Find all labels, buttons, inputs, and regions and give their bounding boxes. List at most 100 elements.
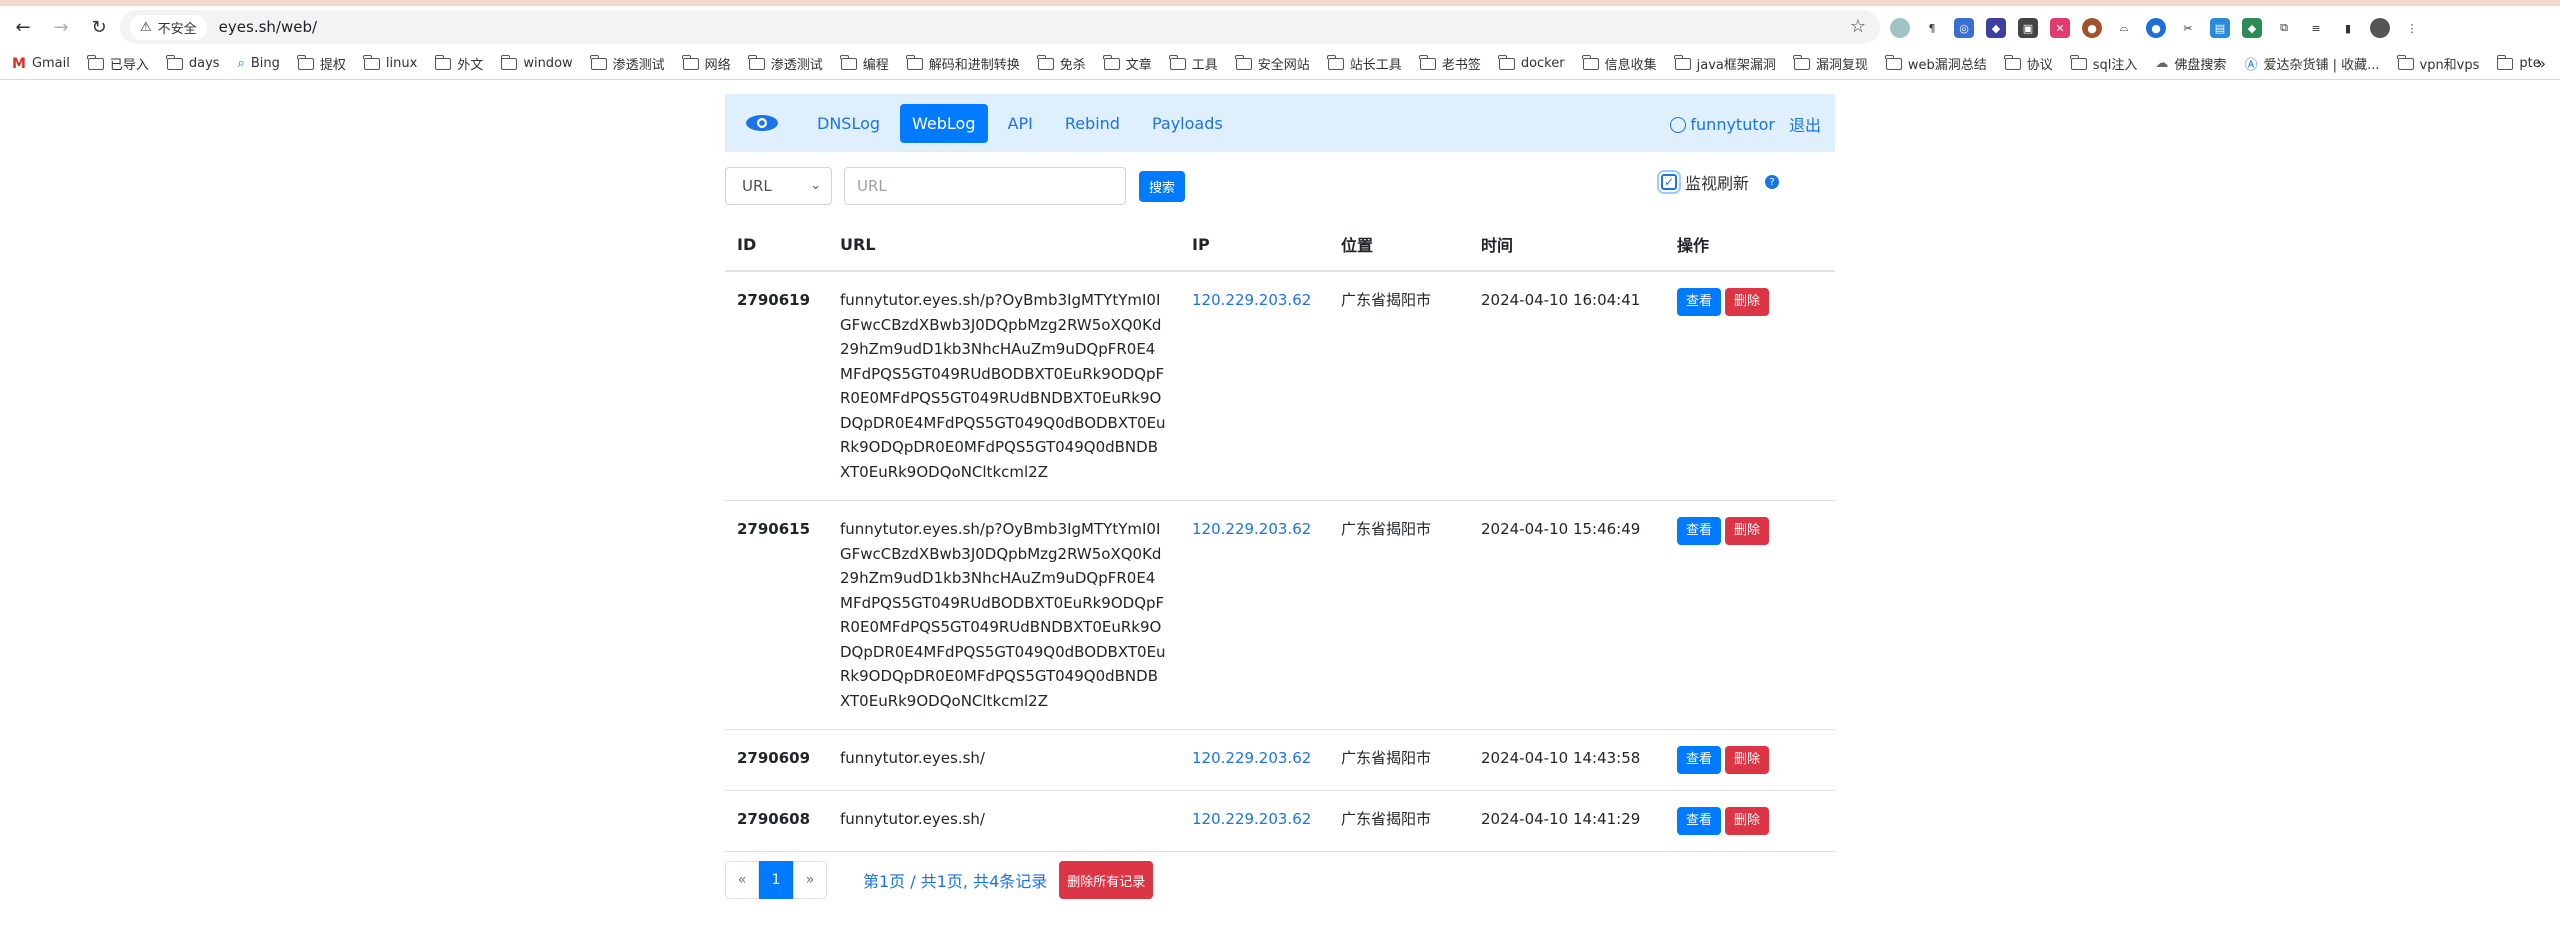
nav-rebind[interactable]: Rebind	[1053, 104, 1132, 143]
bookmark-item[interactable]: 解码和进制转换	[906, 54, 1020, 73]
bookmark-item[interactable]: Ⓐ 爱达杂货铺 | 收藏...	[2244, 54, 2379, 73]
avatar[interactable]	[2370, 18, 2390, 38]
bookmark-item[interactable]: 文章	[1103, 54, 1152, 73]
bookmark-item[interactable]: 提权	[297, 54, 346, 73]
bookmark-item[interactable]: 安全网站	[1235, 54, 1310, 73]
page-info: 第1页 / 共1页, 共4条记录	[863, 872, 1048, 891]
bookmark-item[interactable]: 漏洞复现	[1793, 54, 1868, 73]
extension-icon[interactable]: ✕	[2050, 18, 2070, 38]
bookmark-item[interactable]: 已导入	[87, 54, 149, 73]
delete-button[interactable]: 删除	[1725, 746, 1769, 774]
table-row: 2790608 funnytutor.eyes.sh/ 120.229.203.…	[725, 790, 1835, 852]
row-ip-link[interactable]: 120.229.203.62	[1180, 500, 1329, 730]
extension-icon[interactable]: ⌓	[2114, 18, 2134, 38]
delete-all-button[interactable]: 删除所有记录	[1059, 861, 1154, 899]
extension-icon[interactable]: ▣	[2018, 18, 2038, 38]
delete-button[interactable]: 删除	[1725, 288, 1769, 316]
extension-icon[interactable]: ¶	[1922, 18, 1942, 38]
extension-icon[interactable]: ◎	[1954, 18, 1974, 38]
extension-icon[interactable]: ✂	[2178, 18, 2198, 38]
row-location: 广东省揭阳市	[1329, 271, 1469, 501]
bookmark-item[interactable]: pte	[2496, 54, 2541, 71]
bookmark-item[interactable]: 外文	[434, 54, 483, 73]
user-link[interactable]: funnytutor	[1670, 115, 1775, 134]
search-button[interactable]: 搜索	[1139, 170, 1185, 202]
page-prev[interactable]: «	[725, 861, 759, 899]
bookmark-item[interactable]: sql注入	[2070, 54, 2137, 73]
bookmark-item[interactable]: docker	[1498, 54, 1565, 71]
bookmark-item[interactable]: ☁ 佛盘搜索	[2155, 54, 2226, 73]
row-ip-link[interactable]: 120.229.203.62	[1180, 790, 1329, 852]
bookmark-item[interactable]: 渗透测试	[590, 54, 665, 73]
bookmark-item[interactable]: 信息收集	[1582, 54, 1657, 73]
bookmark-item[interactable]: web漏洞总结	[1885, 54, 1987, 73]
forward-icon[interactable]: →	[46, 12, 76, 42]
bookmark-item[interactable]: 免杀	[1037, 54, 1086, 73]
page-next[interactable]: »	[793, 861, 827, 899]
folder-icon	[1885, 54, 1902, 70]
page-current[interactable]: 1	[759, 861, 793, 899]
folder-icon	[2070, 54, 2087, 70]
folder-icon	[1235, 54, 1252, 70]
view-button[interactable]: 查看	[1677, 288, 1721, 316]
bookmark-item[interactable]: 编程	[840, 54, 889, 73]
nav-payloads[interactable]: Payloads	[1140, 104, 1235, 143]
delete-button[interactable]: 删除	[1725, 807, 1769, 835]
menu-icon[interactable]: ⋮	[2402, 18, 2422, 38]
bookmark-item[interactable]: 站长工具	[1327, 54, 1402, 73]
bookmark-item[interactable]: window	[500, 54, 573, 71]
row-ip-link[interactable]: 120.229.203.62	[1180, 729, 1329, 791]
column-header-url: URL	[828, 218, 1180, 272]
bookmark-item[interactable]: M Gmail	[12, 56, 70, 72]
puzzle-icon[interactable]: ⧉	[2274, 18, 2294, 38]
row-id: 2790619	[725, 271, 828, 501]
reading-list-icon[interactable]: ≡	[2306, 18, 2326, 38]
back-icon[interactable]: ←	[8, 12, 38, 42]
delete-button[interactable]: 删除	[1725, 517, 1769, 545]
security-chip[interactable]: ⚠ 不安全	[130, 14, 207, 40]
folder-icon	[1582, 54, 1599, 70]
url-text[interactable]: eyes.sh/web/	[219, 18, 317, 36]
nav-dnslog[interactable]: DNSLog	[805, 104, 892, 143]
view-button[interactable]: 查看	[1677, 807, 1721, 835]
nav-weblog[interactable]: WebLog	[900, 103, 988, 143]
bookmark-item[interactable]: days	[166, 54, 220, 71]
folder-icon	[500, 54, 518, 70]
logout-link[interactable]: 退出	[1789, 112, 1821, 136]
more-bookmarks-icon[interactable]: »	[2536, 54, 2546, 73]
user-icon	[1670, 117, 1687, 133]
address-bar[interactable]: ⚠ 不安全 eyes.sh/web/ ☆	[120, 10, 1880, 44]
search-field-select[interactable]: URL ⌄	[725, 167, 832, 205]
bookmark-item[interactable]: java框架漏洞	[1674, 54, 1776, 73]
bookmark-item[interactable]: 网络	[682, 54, 731, 73]
monitor-refresh-checkbox[interactable]: ✓	[1656, 170, 1681, 194]
extension-icon[interactable]: ●	[2146, 18, 2166, 38]
extension-icon[interactable]: ◆	[1986, 18, 2006, 38]
extension-icon[interactable]: ◆	[2242, 18, 2262, 38]
bookmark-item[interactable]: ⌕ Bing	[238, 56, 280, 71]
eye-logo-icon[interactable]	[745, 112, 779, 134]
bookmark-item[interactable]: 协议	[2004, 54, 2053, 73]
help-icon[interactable]: ?	[1765, 175, 1779, 189]
bookmark-item[interactable]: 渗透测试	[748, 54, 823, 73]
extension-icon[interactable]	[1890, 18, 1910, 38]
extension-icon[interactable]: ▤	[2210, 18, 2230, 38]
table-row: 2790619 funnytutor.eyes.sh/p?OyBmb3IgMTY…	[725, 271, 1835, 501]
reload-icon[interactable]: ↻	[84, 12, 114, 42]
row-ip-link[interactable]: 120.229.203.62	[1180, 271, 1329, 501]
bookmark-item[interactable]: 工具	[1169, 54, 1218, 73]
bookmark-item[interactable]: 老书签	[1419, 54, 1481, 73]
side-panel-icon[interactable]: ▮	[2338, 18, 2358, 38]
view-button[interactable]: 查看	[1677, 517, 1721, 545]
row-url: funnytutor.eyes.sh/p?OyBmb3IgMTYtYmI0IGF…	[828, 271, 1180, 501]
view-button[interactable]: 查看	[1677, 746, 1721, 774]
nav-api[interactable]: API	[996, 104, 1045, 143]
bookmark-item[interactable]: linux	[363, 54, 417, 71]
monitor-refresh: ✓ 监视刷新 ?	[1656, 170, 1779, 194]
user-menu: funnytutor 退出	[1670, 112, 1821, 136]
extension-icon[interactable]: ●	[2082, 18, 2102, 38]
bookmark-star-icon[interactable]: ☆	[1850, 16, 1866, 37]
folder-icon	[748, 54, 765, 70]
search-input[interactable]: URL	[844, 167, 1126, 205]
bookmark-item[interactable]: vpn和vps	[2397, 54, 2479, 73]
